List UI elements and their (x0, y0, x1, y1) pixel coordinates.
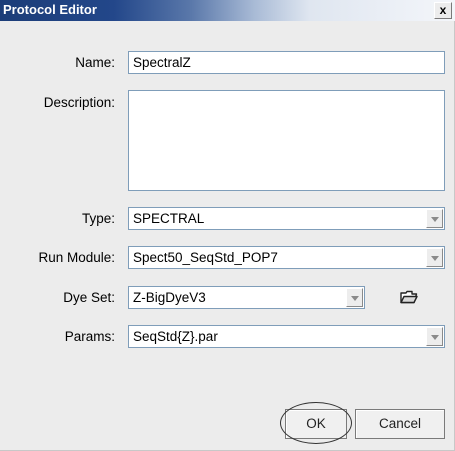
window-title: Protocol Editor (3, 2, 97, 17)
type-label: Type: (81, 211, 115, 226)
name-input[interactable]: SpectralZ (128, 51, 445, 74)
params-label: Params: (64, 329, 115, 344)
run-module-select[interactable]: Spect50_SeqStd_POP7 (128, 246, 445, 269)
run-module-label: Run Module: (38, 250, 115, 265)
ok-button[interactable]: OK (285, 409, 347, 439)
run-module-select-value: Spect50_SeqStd_POP7 (133, 250, 278, 265)
chevron-down-icon[interactable] (426, 248, 443, 267)
close-button[interactable]: x (434, 2, 452, 19)
params-select-value: SeqStd{Z}.par (133, 329, 218, 344)
protocol-editor-window: Protocol Editor x Name: SpectralZ Descri… (0, 0, 455, 451)
type-select[interactable]: SPECTRAL (128, 207, 445, 230)
dye-set-select[interactable]: Z-BigDyeV3 (128, 286, 365, 309)
chevron-down-icon[interactable] (426, 327, 443, 346)
dye-set-select-value: Z-BigDyeV3 (133, 290, 206, 305)
params-select[interactable]: SeqStd{Z}.par (128, 325, 445, 348)
folder-open-icon[interactable] (400, 290, 418, 304)
description-textarea[interactable] (128, 90, 445, 191)
description-label: Description: (43, 95, 115, 110)
chevron-down-icon[interactable] (426, 209, 443, 228)
chevron-down-icon[interactable] (346, 288, 363, 307)
title-bar[interactable]: Protocol Editor x (0, 0, 455, 21)
type-select-value: SPECTRAL (133, 211, 205, 226)
name-label: Name: (75, 55, 115, 70)
dye-set-label: Dye Set: (63, 290, 115, 305)
cancel-button[interactable]: Cancel (355, 409, 445, 439)
